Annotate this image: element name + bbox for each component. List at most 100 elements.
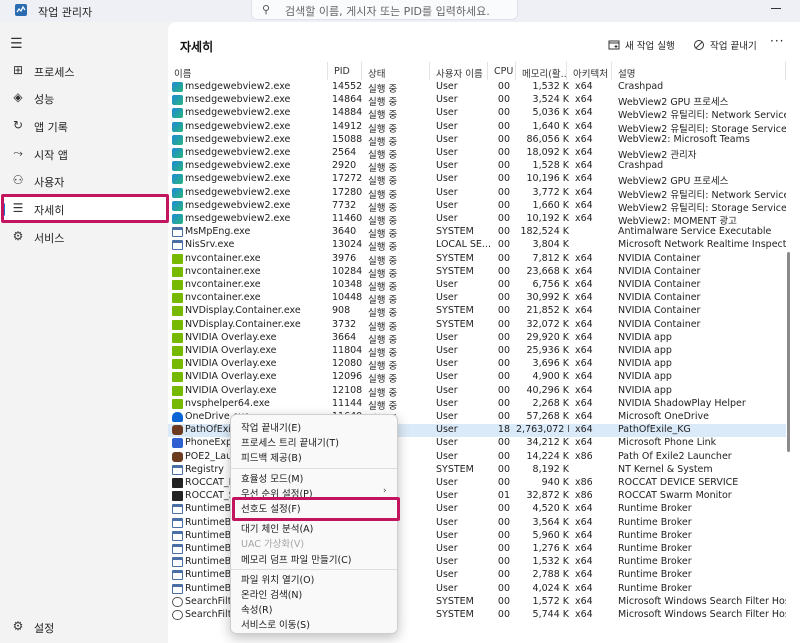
cell-status: 실행 중 <box>368 189 398 201</box>
table-row[interactable]: msedgewebview2.exe 2920 실행 중 User 00 1,528 K x… <box>168 160 786 174</box>
sidebar-item-services[interactable]: ⚙ 서비스 <box>0 224 168 251</box>
table-row[interactable]: nvcontainer.exe 10284 실행 중 SYSTEM 00 23,668 K… <box>168 265 786 280</box>
cell-mem: 2,763,072 K <box>516 424 569 436</box>
cell-user: User <box>436 556 458 568</box>
menu-item-open-file-location[interactable]: 파일 위치 열기(O) <box>241 572 314 586</box>
cell-status: 실행 중 <box>368 150 398 161</box>
menu-item-properties[interactable]: 속성(R) <box>241 602 273 616</box>
table-row[interactable]: msedgewebview2.exe 17280 실행 중 User 00 3,772 K… <box>168 187 786 201</box>
cell-arch: x64 <box>575 345 593 356</box>
table-row[interactable]: nvcontainer.exe 10348 실행 중 User 00 6,756 K x64… <box>168 279 786 293</box>
cell-cpu: 00 <box>497 305 510 317</box>
table-row[interactable]: msedgewebview2.exe 2564 실행 중 User 00 18,092 K… <box>168 147 786 161</box>
table-row[interactable]: NVIDIA Overlay.exe 3664 실행 중 User 00 29,920 K… <box>168 332 786 346</box>
table-row[interactable]: msedgewebview2.exe 15088 실행 중 User 00 86,056 … <box>168 134 786 148</box>
cell-mem: 5,960 K <box>532 529 569 541</box>
settings-icon: ⚙ <box>12 619 24 633</box>
menu-item-end-process-tree[interactable]: 프로세스 트리 끝내기(T) <box>241 435 339 449</box>
table-row[interactable]: NVDisplay.Container.exe 3732 실행 중 SYSTEM 00 3… <box>168 319 786 333</box>
end-task-button[interactable]: 작업 끝내기 <box>693 36 757 54</box>
cell-mem: 2,788 K <box>532 569 569 581</box>
sidebar-item-users[interactable]: ⚇ 사용자 <box>0 168 168 195</box>
column-header-status[interactable]: 상태 <box>362 62 430 80</box>
column-header-pid[interactable]: PID <box>328 62 362 80</box>
window-title: 작업 관리자 <box>38 6 93 19</box>
sidebar-item-performance[interactable]: ◈ 성능 <box>0 85 168 112</box>
sidebar-item-details[interactable]: ☰ 자세히 <box>0 196 168 223</box>
table-row[interactable]: msedgewebview2.exe 14864 실행 중 User 00 3,524 K… <box>168 94 786 108</box>
cell-name: NVIDIA Overlay.exe <box>185 358 277 370</box>
table-row[interactable]: msedgewebview2.exe 11460 실행 중 User 00 10,192 … <box>168 213 786 227</box>
column-header-description[interactable]: 설명 <box>612 62 786 80</box>
context-menu: 작업 끝내기(E) 프로세스 트리 끝내기(T) 피드백 제공(B) 효율성 모드(M… <box>230 414 398 634</box>
table-row[interactable]: NVIDIA Overlay.exe 12080 실행 중 User 00 3,696 K… <box>168 358 786 372</box>
cell-mem: 25,936 K <box>526 345 570 356</box>
table-scrollbar[interactable] <box>787 62 791 643</box>
table-row[interactable]: msedgewebview2.exe 7732 실행 중 User 00 1,660 K x… <box>168 200 786 214</box>
sidebar-item-app-history[interactable]: ↻ 앱 기록 <box>0 113 168 140</box>
table-row[interactable]: NVDisplay.Container.exe 908 실행 중 SYSTEM 00 21… <box>168 305 786 319</box>
cell-cpu: 00 <box>497 437 510 449</box>
table-row[interactable]: nvsphelper64.exe 11144 실행 중 User 00 2,268 K x6… <box>168 397 786 412</box>
table-row[interactable]: nvcontainer.exe 10448 실행 중 User 00 30,992 K x6… <box>168 292 786 306</box>
menu-item-provide-feedback[interactable]: 피드백 제공(B) <box>241 450 302 464</box>
table-row[interactable]: nvcontainer.exe 3976 실행 중 SYSTEM 00 7,812 K x6… <box>168 253 786 267</box>
cell-user: User <box>436 516 458 528</box>
scrollbar-thumb[interactable] <box>787 252 790 452</box>
table-row[interactable]: msedgewebview2.exe 14912 실행 중 User 00 1,640 K… <box>168 121 786 135</box>
cell-arch: x64 <box>575 595 593 607</box>
hamburger-menu-icon[interactable]: ☰ <box>10 36 23 52</box>
cell-user: User <box>436 147 458 158</box>
menu-item-efficiency-mode[interactable]: 효율성 모드(M) <box>241 471 303 485</box>
sidebar-item-processes[interactable]: ⊞ 프로세스 <box>0 58 168 85</box>
menu-item-analyze-wait-chain[interactable]: 대기 체인 분석(A) <box>241 521 313 535</box>
app-history-icon: ↻ <box>12 118 24 132</box>
run-new-task-button[interactable]: 새 작업 실행 <box>608 36 675 54</box>
column-header-memory[interactable]: 메모리(활... <box>516 62 567 80</box>
table-row[interactable]: MsMpEng.exe 3640 실행 중 SYSTEM 00 182,524 K Anti… <box>168 226 786 240</box>
title-bar: 작업 관리자 ⚲ 검색할 이름, 게시자 또는 PID를 입력하세요. <box>0 0 800 22</box>
sidebar-item-settings[interactable]: ⚙ 설정 <box>0 614 168 641</box>
sidebar-item-startup-apps[interactable]: ⤳ 시작 앱 <box>0 141 168 168</box>
cell-name: nvcontainer.exe <box>185 265 261 277</box>
cell-cpu: 00 <box>497 397 510 409</box>
menu-item-set-priority[interactable]: 우선 순위 설정(P) <box>241 486 313 500</box>
cell-mem: 18,092 K <box>526 147 570 158</box>
column-header-architecture[interactable]: 아키텍처 <box>567 62 612 80</box>
table-row[interactable]: msedgewebview2.exe 17272 실행 중 User 00 10,196 … <box>168 173 786 188</box>
menu-item-go-to-services[interactable]: 서비스로 이동(S) <box>241 617 310 631</box>
more-options-icon[interactable]: ··· <box>770 34 784 48</box>
table-row[interactable]: NVIDIA Overlay.exe 12096 실행 중 User 00 4,900 K… <box>168 371 786 385</box>
cell-user: User <box>436 358 458 370</box>
column-header-name[interactable]: 이름 <box>168 62 328 80</box>
table-row[interactable]: NVIDIA Overlay.exe 11804 실행 중 User 00 25,936 … <box>168 345 786 359</box>
search-process-icon <box>172 610 183 620</box>
menu-item-search-online[interactable]: 온라인 검색(N) <box>241 587 302 601</box>
cell-mem: 1,528 K <box>532 160 569 172</box>
minimize-button[interactable] <box>768 2 788 14</box>
cell-user: SYSTEM <box>436 226 474 238</box>
table-row[interactable]: NisSrv.exe 13024 실행 중 LOCAL SE... 00 3,804 K M… <box>168 239 786 253</box>
cell-status: 실행 중 <box>368 176 398 188</box>
cell-mem: 3,696 K <box>532 358 569 370</box>
table-row[interactable]: NVIDIA Overlay.exe 12108 실행 중 User 00 40,296 … <box>168 385 786 399</box>
cell-user: User <box>436 345 458 356</box>
menu-item-create-dump-file[interactable]: 메모리 덤프 파일 만들기(C) <box>241 552 352 566</box>
menu-item-end-task[interactable]: 작업 끝내기(E) <box>241 420 301 434</box>
cell-user: User <box>436 160 458 172</box>
edge-process-icon <box>172 95 183 106</box>
cell-pid: 14864 <box>332 94 363 106</box>
cell-desc: WebView2 유틸리티: Storage Service <box>618 202 786 214</box>
cell-cpu: 00 <box>497 543 510 554</box>
cell-desc: Runtime Broker <box>618 543 692 554</box>
menu-item-set-affinity[interactable]: 선호도 설정(F) <box>241 501 301 515</box>
table-row[interactable]: msedgewebview2.exe 14552 실행 중 User 00 1,532 K… <box>168 81 786 95</box>
column-header-cpu[interactable]: CPU <box>488 62 516 80</box>
cell-pid: 11144 <box>332 397 363 409</box>
table-row[interactable]: msedgewebview2.exe 14884 실행 중 User 00 5,036 K… <box>168 107 786 121</box>
column-header-user[interactable]: 사용자 이름 <box>430 62 488 80</box>
cell-desc: NVIDIA Container <box>618 265 701 277</box>
cell-cpu: 00 <box>497 477 510 488</box>
search-box[interactable]: ⚲ 검색할 이름, 게시자 또는 PID를 입력하세요. <box>251 0 518 20</box>
cell-arch: x64 <box>575 81 593 92</box>
